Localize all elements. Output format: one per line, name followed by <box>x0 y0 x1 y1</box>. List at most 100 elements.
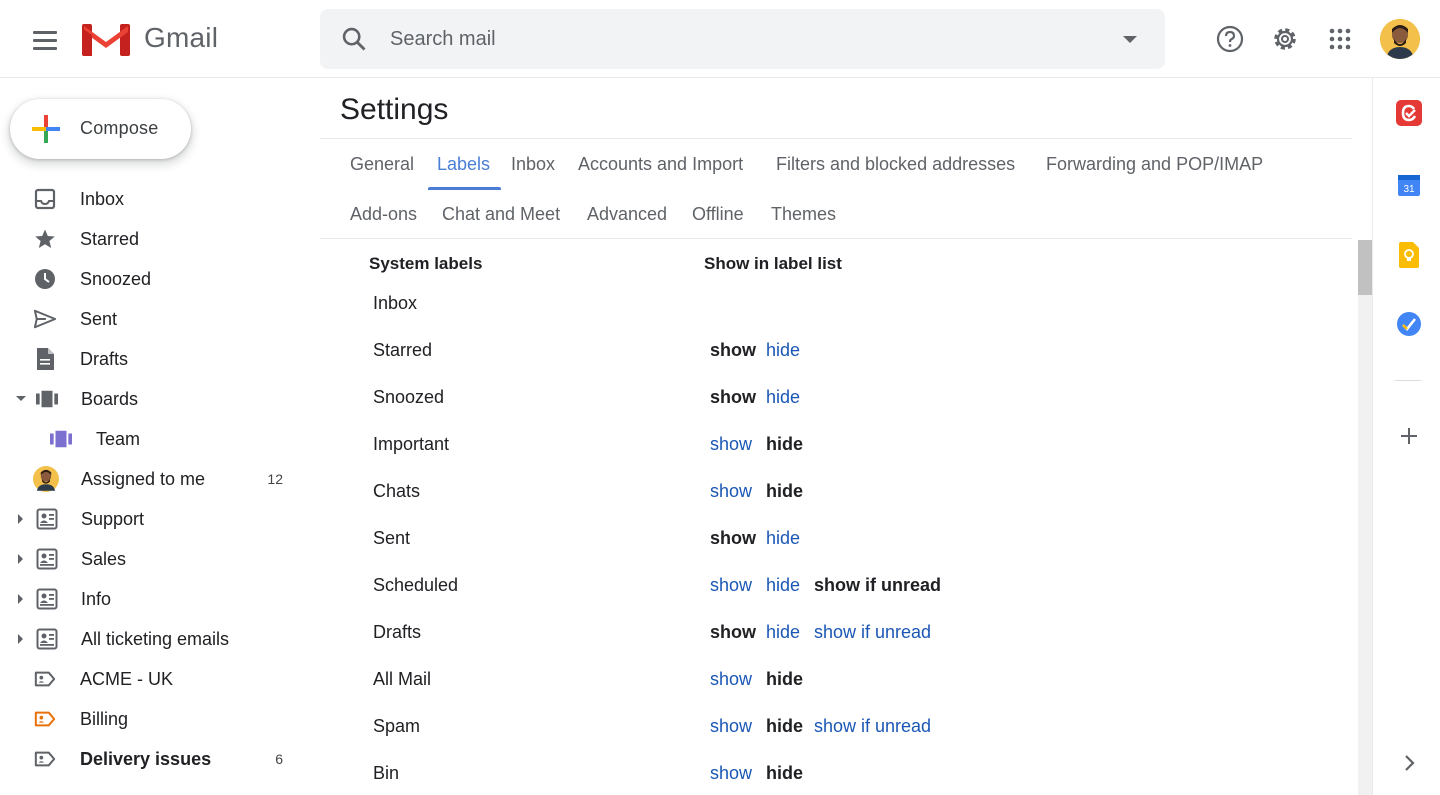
option-hide: hide <box>766 481 804 501</box>
tab-forwarding-and-pop-imap[interactable]: Forwarding and POP/IMAP <box>1046 154 1263 175</box>
sidebar-item-all-ticketing-emails[interactable]: All ticketing emails <box>0 619 305 659</box>
search-options-dropdown-icon[interactable] <box>1123 36 1137 43</box>
keep-icon[interactable] <box>1396 242 1422 268</box>
tab-advanced[interactable]: Advanced <box>587 204 667 225</box>
option-show[interactable]: show <box>710 481 752 502</box>
expand-caret-icon[interactable] <box>18 514 23 524</box>
option-show: show <box>710 387 757 407</box>
sidebar-item-drafts[interactable]: Drafts <box>0 339 305 379</box>
option-show[interactable]: show <box>710 716 752 737</box>
expand-caret-icon[interactable] <box>18 554 23 564</box>
tab-filters-and-blocked-addresses[interactable]: Filters and blocked addresses <box>776 154 1015 175</box>
account-avatar[interactable] <box>1380 19 1420 59</box>
option-hide[interactable]: hide <box>766 340 800 361</box>
expand-caret-icon[interactable] <box>18 594 23 604</box>
main-menu-icon[interactable] <box>22 17 68 63</box>
label-name: Sent <box>373 528 411 548</box>
calendar-icon[interactable]: 31 <box>1396 172 1422 198</box>
app-name: Gmail <box>144 22 219 53</box>
avatar <box>33 466 59 492</box>
side-panel-divider <box>1395 380 1421 381</box>
tasks-icon[interactable] <box>1396 311 1422 337</box>
sidebar-item-label: Support <box>81 509 145 529</box>
sidebar-item-label: ACME - UK <box>80 669 174 689</box>
calendar-day-text: 31 <box>1403 184 1415 195</box>
scrollbar-thumb[interactable] <box>1358 240 1372 295</box>
gmail-logo[interactable]: Gmail <box>82 20 218 56</box>
expand-caret-icon[interactable] <box>18 634 23 644</box>
compose-button[interactable]: Compose <box>10 99 191 159</box>
option-hide[interactable]: hide <box>766 528 800 549</box>
sidebar-item-sales[interactable]: Sales <box>0 539 305 579</box>
contact-label-icon <box>36 548 58 570</box>
page-title: Settings <box>340 93 449 126</box>
sidebar-item-support[interactable]: Support <box>0 499 305 539</box>
sidebar-item-assigned-to-me[interactable]: Assigned to me 12 <box>0 459 305 499</box>
label-name: Bin <box>373 763 400 783</box>
contact-label-icon <box>36 628 58 650</box>
scrollbar-track[interactable] <box>1358 240 1372 795</box>
inbox-icon <box>34 188 56 210</box>
option-show: show <box>710 622 757 642</box>
help-icon[interactable] <box>1210 19 1250 59</box>
option-show[interactable]: show <box>710 763 752 784</box>
label-name: Important <box>373 434 450 454</box>
sidebar-item-delivery-issues[interactable]: Delivery issues 6 <box>0 739 305 779</box>
search-input[interactable] <box>390 23 1090 55</box>
sidebar-item-acme-uk[interactable]: ACME - UK <box>0 659 305 699</box>
option-show[interactable]: show <box>710 669 752 690</box>
option-hide[interactable]: hide <box>766 622 800 643</box>
option-show[interactable]: show <box>710 434 752 455</box>
label-name: Drafts <box>373 622 422 642</box>
sidebar-item-inbox[interactable]: Inbox <box>0 179 305 219</box>
tab-inbox[interactable]: Inbox <box>511 154 555 175</box>
label-row-bin: Bin show hide <box>320 751 1352 795</box>
sidebar-item-label: Sent <box>80 309 118 329</box>
sidebar-item-team[interactable]: Team <box>0 419 305 459</box>
label-row-scheduled: Scheduled show hide show if unread <box>320 563 1352 610</box>
star-icon <box>34 228 56 250</box>
apps-grid-icon[interactable] <box>1320 19 1360 59</box>
search-bar[interactable] <box>320 9 1165 69</box>
tab-general[interactable]: General <box>350 154 414 175</box>
sidebar-item-label: Sales <box>81 549 127 569</box>
label-icon <box>34 708 56 730</box>
sidebar-item-label: Starred <box>80 229 140 249</box>
option-show[interactable]: show <box>710 575 752 596</box>
search-icon[interactable] <box>340 25 368 53</box>
sidebar-item-boards[interactable]: Boards <box>0 379 305 419</box>
option-show-if-unread[interactable]: show if unread <box>814 622 931 643</box>
option-hide[interactable]: hide <box>766 387 800 408</box>
option-hide: hide <box>766 669 804 689</box>
tab-accounts-and-import[interactable]: Accounts and Import <box>578 154 743 175</box>
sidebar-item-info[interactable]: Info <box>0 579 305 619</box>
sidebar-item-label: Snoozed <box>80 269 152 289</box>
sidebar-item-label: Inbox <box>80 189 125 209</box>
tasks-app-icon[interactable] <box>1396 100 1422 126</box>
add-icon[interactable] <box>1396 423 1422 449</box>
label-name: Chats <box>373 481 421 501</box>
label-row-chats: Chats show hide <box>320 469 1352 516</box>
label-row-drafts: Drafts show hide show if unread <box>320 610 1352 657</box>
settings-icon[interactable] <box>1265 19 1305 59</box>
tab-offline[interactable]: Offline <box>692 204 744 225</box>
collapse-caret-icon[interactable] <box>16 396 26 401</box>
sidebar-item-sent[interactable]: Sent <box>0 299 305 339</box>
tab-labels[interactable]: Labels <box>437 154 490 175</box>
option-show-if-unread[interactable]: show if unread <box>814 716 931 737</box>
option-show-if-unread: show if unread <box>814 575 942 595</box>
sidebar-item-snoozed[interactable]: Snoozed <box>0 259 305 299</box>
sidebar-item-label: Boards <box>81 389 139 409</box>
contact-label-icon <box>36 508 58 530</box>
tab-themes[interactable]: Themes <box>771 204 836 225</box>
expand-chevron-icon[interactable] <box>1396 750 1422 776</box>
tab-add-ons[interactable]: Add-ons <box>350 204 417 225</box>
sidebar-nav: Inbox Starred Snoozed Sent Drafts Boards… <box>0 179 305 779</box>
label-icon <box>34 668 56 690</box>
sidebar-item-starred[interactable]: Starred <box>0 219 305 259</box>
option-hide[interactable]: hide <box>766 575 800 596</box>
sidebar-item-billing[interactable]: Billing <box>0 699 305 739</box>
tab-chat-and-meet[interactable]: Chat and Meet <box>442 204 560 225</box>
sidebar-item-label: Billing <box>80 709 129 729</box>
label-row-sent: Sent show hide <box>320 516 1352 563</box>
